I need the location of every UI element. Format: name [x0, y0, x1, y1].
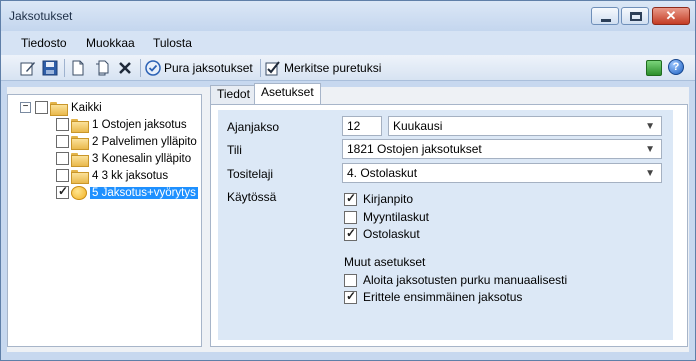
menu-muokkaa[interactable]: Muokkaa: [86, 36, 135, 50]
edit-icon[interactable]: [20, 60, 36, 76]
ajanjakso-input[interactable]: 12: [342, 116, 382, 136]
tree-item-label: 5 Jaksotus+vyörytys: [90, 186, 198, 199]
kirjanpito-checkbox[interactable]: [344, 191, 357, 206]
maximize-icon: [630, 12, 642, 21]
checkmark-document-icon: [265, 61, 280, 76]
tree-item-label: 1 Ostojen jaksotus: [92, 118, 187, 131]
tree-root-checkbox[interactable]: [35, 101, 48, 114]
muut-asetukset-label: Muut asetukset: [344, 255, 426, 269]
tree-item-1[interactable]: 1 Ostojen jaksotus: [56, 116, 189, 133]
ajanjakso-unit-value: Kuukausi: [393, 119, 443, 133]
tab-asetukset[interactable]: Asetukset: [254, 83, 321, 105]
tree-item-5[interactable]: 5 Jaksotus+vyörytys: [56, 184, 198, 201]
tree-item-checkbox[interactable]: [56, 135, 69, 148]
tree-item-label: 3 Konesalin ylläpito: [92, 152, 192, 165]
menu-tiedosto[interactable]: Tiedosto: [21, 36, 67, 50]
ajanjakso-label: Ajanjakso: [227, 120, 280, 134]
help-icon[interactable]: ?: [668, 59, 684, 75]
ajanjakso-unit-select[interactable]: Kuukausi ▼: [388, 116, 662, 136]
close-button[interactable]: ✕: [652, 7, 690, 25]
tili-select[interactable]: 1821 Ostojen jaksotukset ▼: [342, 139, 662, 159]
myyntilaskut-checkbox[interactable]: [344, 210, 357, 224]
menu-bar: Tiedosto Muokkaa Tulosta: [1, 31, 695, 55]
tositelaji-value: 4. Ostolaskut: [347, 166, 418, 180]
folder-open-icon: [50, 101, 68, 116]
tree-item-3[interactable]: 3 Konesalin ylläpito: [56, 150, 193, 167]
minimize-icon: [601, 19, 611, 22]
tili-value: 1821 Ostojen jaksotukset: [347, 142, 482, 156]
tree-item-4[interactable]: 4 3 kk jaksotus: [56, 167, 170, 184]
circle-icon: [71, 185, 87, 200]
folder-icon: [71, 169, 89, 184]
close-icon: ✕: [665, 8, 677, 23]
folder-icon: [71, 118, 89, 133]
delete-icon[interactable]: [117, 60, 133, 76]
folder-icon: [71, 152, 89, 167]
myyntilaskut-label: Myyntilaskut: [363, 210, 430, 224]
tree-view: − Kaikki 1 Ostojen jaksotus 2 Palvelimen…: [7, 94, 202, 347]
myyntilaskut-option[interactable]: Myyntilaskut: [344, 210, 429, 224]
kirjanpito-option[interactable]: Kirjanpito: [344, 191, 414, 206]
copy-icon[interactable]: [94, 60, 110, 76]
tab-tiedot[interactable]: Tiedot: [210, 85, 257, 104]
pura-jaksotukset-label: Pura jaksotukset: [164, 61, 253, 75]
toolbar-separator: [64, 59, 65, 77]
tree-item-label: 2 Palvelimen ylläpito: [92, 135, 197, 148]
save-icon[interactable]: [42, 60, 58, 76]
toolbar-separator: [140, 59, 141, 77]
tili-label: Tili: [227, 143, 242, 157]
tree-root-row[interactable]: − Kaikki: [20, 99, 104, 116]
kirjanpito-label: Kirjanpito: [363, 192, 414, 206]
erittele-label: Erittele ensimmäinen jaksotus: [363, 290, 523, 304]
toolbar-separator: [260, 59, 261, 77]
aloita-purku-label: Aloita jaksotusten purku manuaalisesti: [363, 273, 568, 287]
tree-item-checkbox[interactable]: [56, 184, 69, 199]
tree-item-checkbox[interactable]: [56, 152, 69, 165]
tree-item-2[interactable]: 2 Palvelimen ylläpito: [56, 133, 199, 150]
tree-root-label: Kaikki: [71, 101, 102, 114]
chevron-down-icon: ▼: [645, 168, 655, 179]
aloita-purku-option[interactable]: Aloita jaksotusten purku manuaalisesti: [344, 273, 567, 287]
erittele-option[interactable]: Erittele ensimmäinen jaksotus: [344, 289, 523, 304]
menu-tulosta[interactable]: Tulosta: [153, 36, 192, 50]
tree-item-checkbox[interactable]: [56, 169, 69, 182]
tree-item-checkbox[interactable]: [56, 118, 69, 131]
new-document-icon[interactable]: [70, 60, 86, 76]
window-title: Jaksotukset: [9, 9, 73, 23]
refresh-icon[interactable]: [646, 60, 662, 76]
ostolaskut-option[interactable]: Ostolaskut: [344, 226, 420, 241]
tositelaji-select[interactable]: 4. Ostolaskut ▼: [342, 163, 662, 183]
tree-item-label: 4 3 kk jaksotus: [92, 169, 169, 182]
check-circle-icon: [145, 60, 161, 76]
merkitse-puretuksi-button[interactable]: Merkitse puretuksi: [265, 58, 381, 78]
folder-icon: [71, 135, 89, 150]
tositelaji-label: Tositelaji: [227, 167, 274, 181]
chevron-down-icon: ▼: [645, 144, 655, 155]
erittele-checkbox[interactable]: [344, 289, 357, 304]
settings-form: Ajanjakso 12 Kuukausi ▼ Tili 1821 Ostoje…: [218, 110, 673, 340]
toolbar: Pura jaksotukset Merkitse puretuksi ?: [1, 55, 695, 81]
chevron-down-icon: ▼: [645, 121, 655, 132]
ostolaskut-checkbox[interactable]: [344, 226, 357, 241]
aloita-purku-checkbox[interactable]: [344, 273, 357, 287]
minimize-button[interactable]: [591, 7, 619, 25]
kaytossa-label: Käytössä: [227, 190, 277, 204]
ostolaskut-label: Ostolaskut: [363, 227, 420, 241]
merkitse-puretuksi-label: Merkitse puretuksi: [284, 61, 382, 75]
title-bar[interactable]: Jaksotukset ✕: [1, 1, 695, 31]
app-window: Jaksotukset ✕ Tiedosto Muokkaa Tulosta P…: [0, 0, 696, 361]
collapse-icon[interactable]: −: [20, 102, 31, 113]
maximize-button[interactable]: [621, 7, 649, 25]
pura-jaksotukset-button[interactable]: Pura jaksotukset: [145, 58, 253, 78]
